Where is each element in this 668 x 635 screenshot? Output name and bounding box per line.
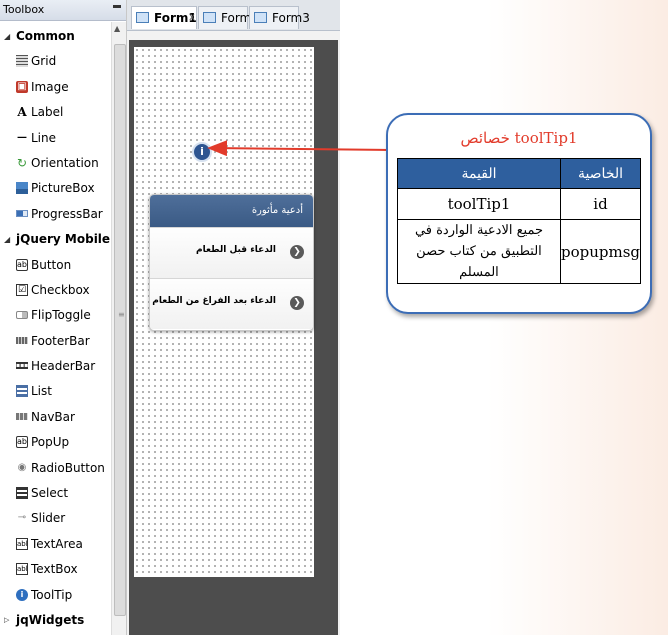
property-header: الخاصية [559,158,642,189]
property-cell: id [559,188,642,220]
table-row: جميع الادعية الواردة في التطبيق من كتاب … [397,219,642,284]
value-cell: toolTip1 [397,188,561,220]
table-header-row: القيمة الخاصية [397,158,642,189]
table-row: toolTip1 id [397,188,642,220]
annotation-arrow [207,140,391,157]
properties-table: القيمة الخاصية toolTip1 id جميع الادعية … [397,158,642,284]
properties-callout: خصائص toolTip1 القيمة الخاصية toolTip1 i… [386,113,652,314]
callout-title: خصائص toolTip1 [460,129,578,147]
value-cell: جميع الادعية الواردة في التطبيق من كتاب … [397,219,561,284]
property-cell: popupmsg [559,219,642,284]
value-header: القيمة [397,158,561,189]
